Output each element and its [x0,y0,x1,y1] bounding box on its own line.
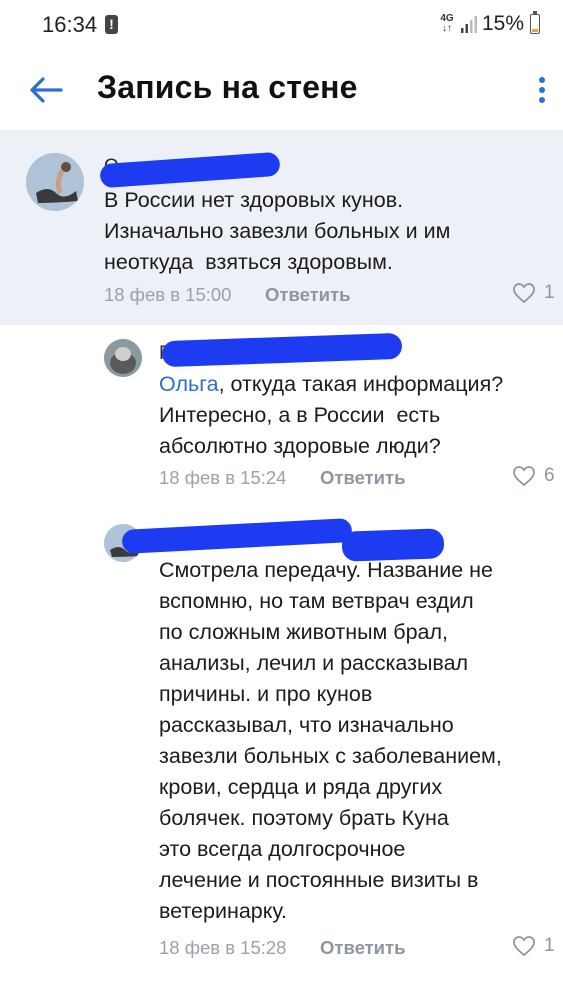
notification-icon [105,15,118,34]
heart-icon [513,936,535,957]
redaction-mark [121,517,353,555]
like-button[interactable]: 1 [512,935,555,957]
reply-button[interactable]: Ответить [265,284,351,306]
comment-date: 18 фев в 15:28 [159,937,287,958]
comment: О В России нет здоровых кунов. Изначальн… [0,132,563,325]
like-button[interactable]: 1 [512,282,555,304]
arrow-left-icon [30,77,63,103]
battery-percent: 15% [482,12,525,35]
mention-link[interactable]: Ольга [159,372,219,396]
like-count: 6 [544,465,555,486]
status-time: 16:34 [42,12,98,37]
comment-text: Ольга, откуда такая информация? Интересн… [159,369,503,462]
comment: ье Смотрела передачу. Название не вспомн… [0,510,563,980]
heart-icon [513,283,535,304]
network-label: 4G [440,13,454,24]
network-type: 4G ↓↑ [440,13,454,34]
app-bar: Запись на стене [0,50,563,130]
heart-icon [513,466,535,487]
back-button[interactable] [24,68,68,112]
like-count: 1 [544,935,555,956]
reply-button[interactable]: Ответить [320,937,406,959]
battery-icon [530,11,540,34]
signal-icon [461,16,477,33]
page-title: Запись на стене [97,69,358,105]
comment-text: Смотрела передачу. Название не вспомню, … [159,558,502,923]
redaction-mark [161,332,403,368]
avatar-photo [104,339,142,377]
comment: Г Ольга, откуда такая информация? Интере… [0,325,563,510]
avatar[interactable] [104,339,142,377]
comment-date: 18 фев в 15:00 [104,284,232,305]
status-bar: 16:34 4G↓↑ 15% [0,0,563,50]
more-vertical-icon [539,77,545,103]
reply-button[interactable]: Ответить [320,467,406,489]
redaction-mark [99,151,281,189]
like-count: 1 [544,282,555,303]
comment-date: 18 фев в 15:24 [159,467,287,488]
like-button[interactable]: 6 [512,465,555,487]
avatar-photo [26,153,84,211]
comment-text: В России нет здоровых кунов. Изначально … [104,188,451,274]
more-options-button[interactable] [524,70,560,110]
avatar[interactable] [26,153,84,211]
